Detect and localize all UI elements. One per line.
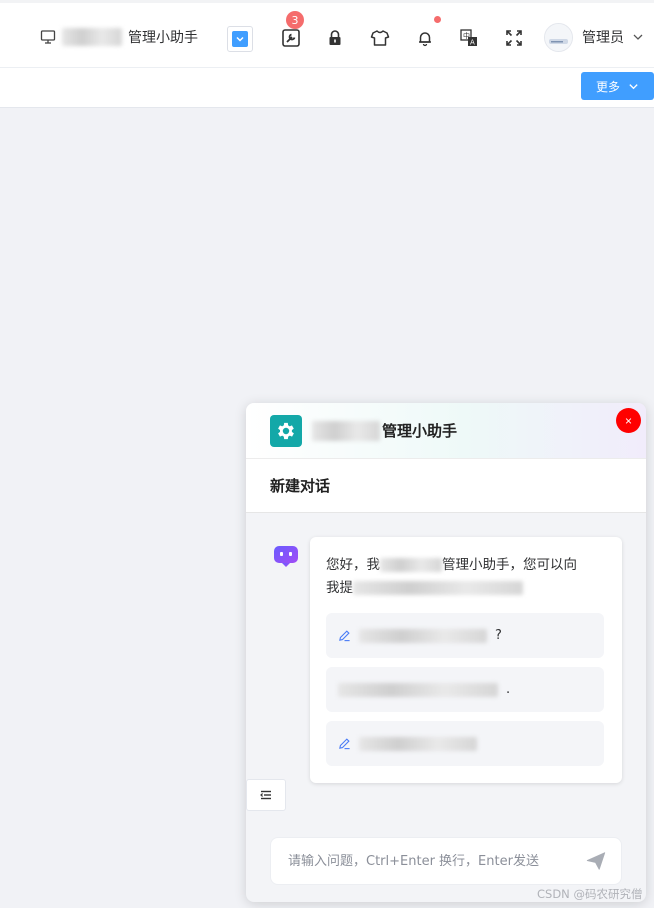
lock-icon [329,30,341,45]
notifications-button[interactable] [413,16,441,50]
monitor-icon [40,30,56,44]
assistant-panel: 管理小助手 × 新建对话 您好，我 管理小助手，您可以向 我提 ? . [246,403,646,902]
greeting-text: 您好，我 管理小助手，您可以向 我提 [326,557,577,596]
redacted-text [359,736,477,751]
system-select[interactable] [227,26,253,52]
assistant-message: 您好，我 管理小助手，您可以向 我提 ? . [310,537,622,783]
assistant-title: 管理小助手 [312,420,457,441]
unread-dot [434,16,441,23]
robot-icon [274,546,298,567]
more-label: 更多 [595,79,620,94]
redacted-text [312,420,380,441]
pencil-icon [339,738,350,750]
suggestion-item[interactable] [326,721,604,766]
user-menu[interactable]: 管理员 [582,27,644,47]
tools-button[interactable]: 3 [279,11,304,50]
tabs-bar: 更多 [0,68,654,108]
redacted-text [338,682,498,697]
chevron-down-icon [629,83,638,89]
history-menu-button[interactable] [246,779,286,811]
translate-icon: 中A [460,29,477,47]
user-avatar-icon [545,24,572,51]
svg-text:A: A [470,39,475,47]
language-button[interactable]: 中A [457,26,481,50]
new-chat-button[interactable]: 新建对话 [246,458,646,513]
chevron-down-icon [232,31,248,47]
gear-icon [270,414,302,447]
question-input[interactable] [288,853,585,869]
more-button[interactable]: 更多 [581,72,654,100]
shirt-icon [370,30,390,46]
redacted-text [359,628,487,643]
lock-button[interactable] [323,26,347,50]
menu-fold-icon [260,790,271,800]
watermark: CSDN @码农研究僧 [537,887,643,901]
question-input-box [270,837,622,885]
redacted-text [62,28,122,46]
redacted-text [353,581,523,595]
fullscreen-button[interactable] [502,26,526,50]
top-header: 管理小助手 3 中A 管理员 [0,0,654,68]
bell-icon [419,32,431,47]
assistant-header: 管理小助手 × [246,403,646,458]
avatar[interactable] [544,23,573,52]
send-icon[interactable] [585,850,607,872]
system-name: 管理小助手 [128,30,198,46]
theme-button[interactable] [368,26,392,50]
wrench-icon [282,29,300,47]
close-icon: × [624,413,632,428]
redacted-text [380,558,442,572]
pencil-icon [339,630,350,642]
suggestion-item[interactable]: ? [326,613,604,658]
user-name: 管理员 [582,30,624,46]
chevron-down-icon [633,34,643,40]
new-chat-label: 新建对话 [270,477,331,495]
suggestion-item[interactable]: . [326,667,604,712]
system-title: 管理小助手 [40,25,198,49]
close-button[interactable]: × [616,408,641,433]
notification-count-badge: 3 [286,11,304,29]
fullscreen-icon [506,30,522,46]
